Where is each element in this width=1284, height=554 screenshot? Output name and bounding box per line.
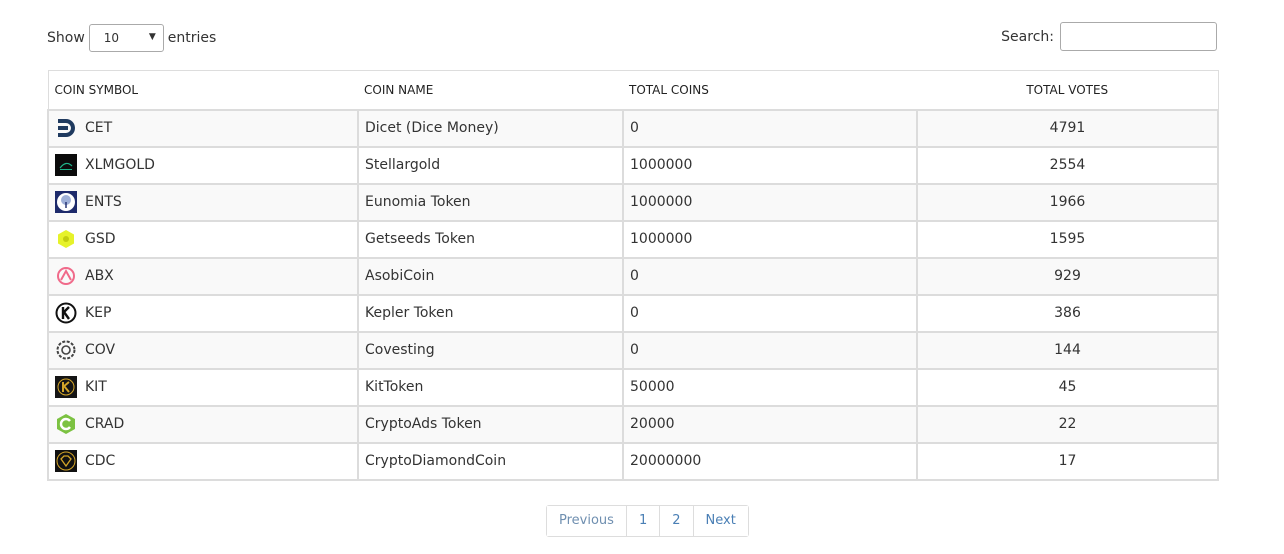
table-row: COV Covesting 0 144 — [47, 330, 1219, 370]
page-2-button[interactable]: 2 — [660, 506, 694, 536]
show-label: Show — [47, 30, 85, 46]
coin-symbol: CET — [85, 120, 113, 136]
cell-symbol: GSD — [47, 219, 359, 259]
coin-name: Dicet (Dice Money) — [357, 108, 624, 148]
page-length-select[interactable]: 10 ▼ — [88, 24, 164, 52]
coins-table: COIN SYMBOL COIN NAME TOTAL COINS TOTAL … — [47, 70, 1219, 481]
table-row: ENTS Eunomia Token 1000000 1966 — [47, 182, 1219, 222]
header-coin-name[interactable]: COIN NAME — [358, 70, 623, 110]
page-length-value: 10 — [103, 31, 120, 45]
total-coins: 1000000 — [622, 219, 918, 259]
total-coins: 0 — [622, 293, 918, 333]
table-row: KEP Kepler Token 0 386 — [47, 293, 1219, 333]
table-row: XLMGOLD Stellargold 1000000 2554 — [47, 145, 1219, 185]
cell-symbol: ENTS — [47, 182, 359, 222]
dropdown-arrow-icon: ▼ — [148, 32, 156, 42]
covesting-logo-icon — [55, 339, 77, 361]
coin-name: Covesting — [357, 330, 624, 370]
total-coins: 1000000 — [622, 145, 918, 185]
coin-name: CryptoAds Token — [357, 404, 624, 444]
cell-symbol: KIT — [47, 367, 359, 407]
total-votes: 144 — [916, 330, 1219, 370]
kepler-logo-icon — [55, 302, 77, 324]
header-total-votes[interactable]: TOTAL VOTES — [917, 70, 1218, 110]
search-control: Search: — [1001, 22, 1217, 51]
cell-symbol: XLMGOLD — [47, 145, 359, 185]
page-1-button[interactable]: 1 — [626, 506, 661, 536]
coin-symbol: GSD — [85, 231, 116, 247]
cell-symbol: CET — [47, 108, 359, 148]
cell-symbol: KEP — [47, 293, 359, 333]
total-coins: 0 — [622, 108, 918, 148]
coin-name: Kepler Token — [357, 293, 624, 333]
coin-name: Stellargold — [357, 145, 624, 185]
total-votes: 929 — [916, 256, 1219, 296]
coin-symbol: KEP — [85, 305, 112, 321]
coin-symbol: ENTS — [85, 194, 122, 210]
total-votes: 4791 — [916, 108, 1219, 148]
total-votes: 2554 — [916, 145, 1219, 185]
table-row: CET Dicet (Dice Money) 0 4791 — [47, 108, 1219, 148]
kittoken-logo-icon — [55, 376, 77, 398]
cryptoads-logo-icon — [55, 413, 77, 435]
table-controls: Show 10 ▼ entries Search: — [47, 22, 1217, 52]
next-page-button[interactable]: Next — [693, 506, 748, 536]
entries-label: entries — [167, 30, 217, 46]
getseeds-logo-icon — [55, 228, 77, 250]
coin-symbol: COV — [85, 342, 116, 358]
coin-symbol: KIT — [85, 379, 107, 395]
cryptodiamond-logo-icon — [55, 450, 77, 472]
total-coins: 20000 — [622, 404, 918, 444]
cell-symbol: COV — [47, 330, 359, 370]
coin-name: CryptoDiamondCoin — [357, 441, 624, 481]
total-votes: 386 — [916, 293, 1219, 333]
previous-page-button[interactable]: Previous — [547, 506, 627, 536]
asobicoin-logo-icon — [55, 265, 77, 287]
coin-name: Getseeds Token — [357, 219, 624, 259]
cell-symbol: ABX — [47, 256, 359, 296]
pagination: Previous 1 2 Next — [546, 505, 749, 537]
table-row: GSD Getseeds Token 1000000 1595 — [47, 219, 1219, 259]
coin-symbol: XLMGOLD — [85, 157, 155, 173]
cell-symbol: CRAD — [47, 404, 359, 444]
header-total-coins[interactable]: TOTAL COINS — [623, 70, 917, 110]
stellargold-logo-icon — [55, 154, 77, 176]
table-header-row: COIN SYMBOL COIN NAME TOTAL COINS TOTAL … — [48, 70, 1218, 110]
search-input[interactable] — [1060, 22, 1217, 51]
total-votes: 22 — [916, 404, 1219, 444]
total-votes: 1595 — [916, 219, 1219, 259]
eunomia-tree-logo-icon — [55, 191, 77, 213]
total-coins: 1000000 — [622, 182, 918, 222]
total-coins: 50000 — [622, 367, 918, 407]
total-coins: 0 — [622, 256, 918, 296]
total-votes: 1966 — [916, 182, 1219, 222]
table-row: CDC CryptoDiamondCoin 20000000 17 — [47, 441, 1219, 481]
total-coins: 20000000 — [622, 441, 918, 481]
coin-name: KitToken — [357, 367, 624, 407]
coin-name: Eunomia Token — [357, 182, 624, 222]
table-row: KIT KitToken 50000 45 — [47, 367, 1219, 407]
dicet-logo-icon — [55, 117, 77, 139]
coin-symbol: CDC — [85, 453, 116, 469]
coin-symbol: CRAD — [85, 416, 125, 432]
table-row: ABX AsobiCoin 0 929 — [47, 256, 1219, 296]
total-votes: 45 — [916, 367, 1219, 407]
coin-name: AsobiCoin — [357, 256, 624, 296]
table-row: CRAD CryptoAds Token 20000 22 — [47, 404, 1219, 444]
page-length-control: Show 10 ▼ entries — [47, 24, 216, 52]
header-coin-symbol[interactable]: COIN SYMBOL — [48, 70, 358, 110]
cell-symbol: CDC — [47, 441, 359, 481]
total-votes: 17 — [916, 441, 1219, 481]
coin-symbol: ABX — [85, 268, 114, 284]
total-coins: 0 — [622, 330, 918, 370]
search-label: Search: — [1001, 28, 1054, 45]
